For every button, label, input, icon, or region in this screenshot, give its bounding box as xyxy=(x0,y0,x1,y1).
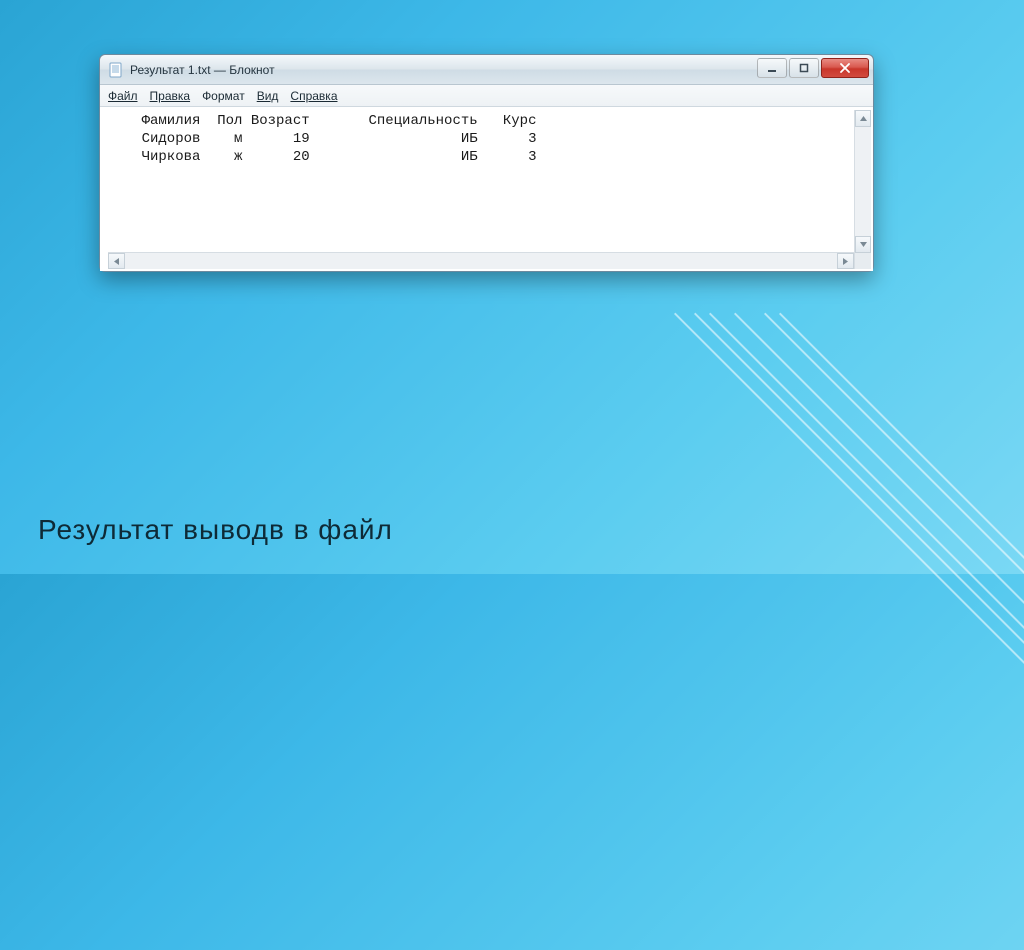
close-button[interactable] xyxy=(821,58,869,78)
menu-format[interactable]: Формат xyxy=(202,89,245,103)
scroll-right-icon[interactable] xyxy=(837,253,854,269)
client-area: Фамилия Пол Возраст Специальность Курс С… xyxy=(100,107,873,271)
slide-caption: Результат выводв в файл xyxy=(38,514,393,546)
horizontal-scrollbar[interactable] xyxy=(108,252,871,269)
scroll-up-icon[interactable] xyxy=(855,110,871,127)
window-controls xyxy=(755,58,869,80)
text-content[interactable]: Фамилия Пол Возраст Специальность Курс С… xyxy=(108,112,871,252)
menu-file[interactable]: Файл xyxy=(108,89,138,103)
vertical-scrollbar[interactable] xyxy=(854,110,871,253)
maximize-button[interactable] xyxy=(789,58,819,78)
minimize-button[interactable] xyxy=(757,58,787,78)
window-title: Результат 1.txt — Блокнот xyxy=(130,63,275,77)
notepad-window: Результат 1.txt — Блокнот Файл Правка Фо… xyxy=(99,54,874,272)
notepad-icon xyxy=(108,62,124,78)
scrollbar-corner xyxy=(854,253,871,269)
menu-help[interactable]: Справка xyxy=(290,89,337,103)
menubar: Файл Правка Формат Вид Справка xyxy=(100,85,873,107)
menu-view[interactable]: Вид xyxy=(257,89,279,103)
titlebar[interactable]: Результат 1.txt — Блокнот xyxy=(100,55,873,85)
scroll-left-icon[interactable] xyxy=(108,253,125,269)
scroll-down-icon[interactable] xyxy=(855,236,871,253)
menu-edit[interactable]: Правка xyxy=(150,89,191,103)
